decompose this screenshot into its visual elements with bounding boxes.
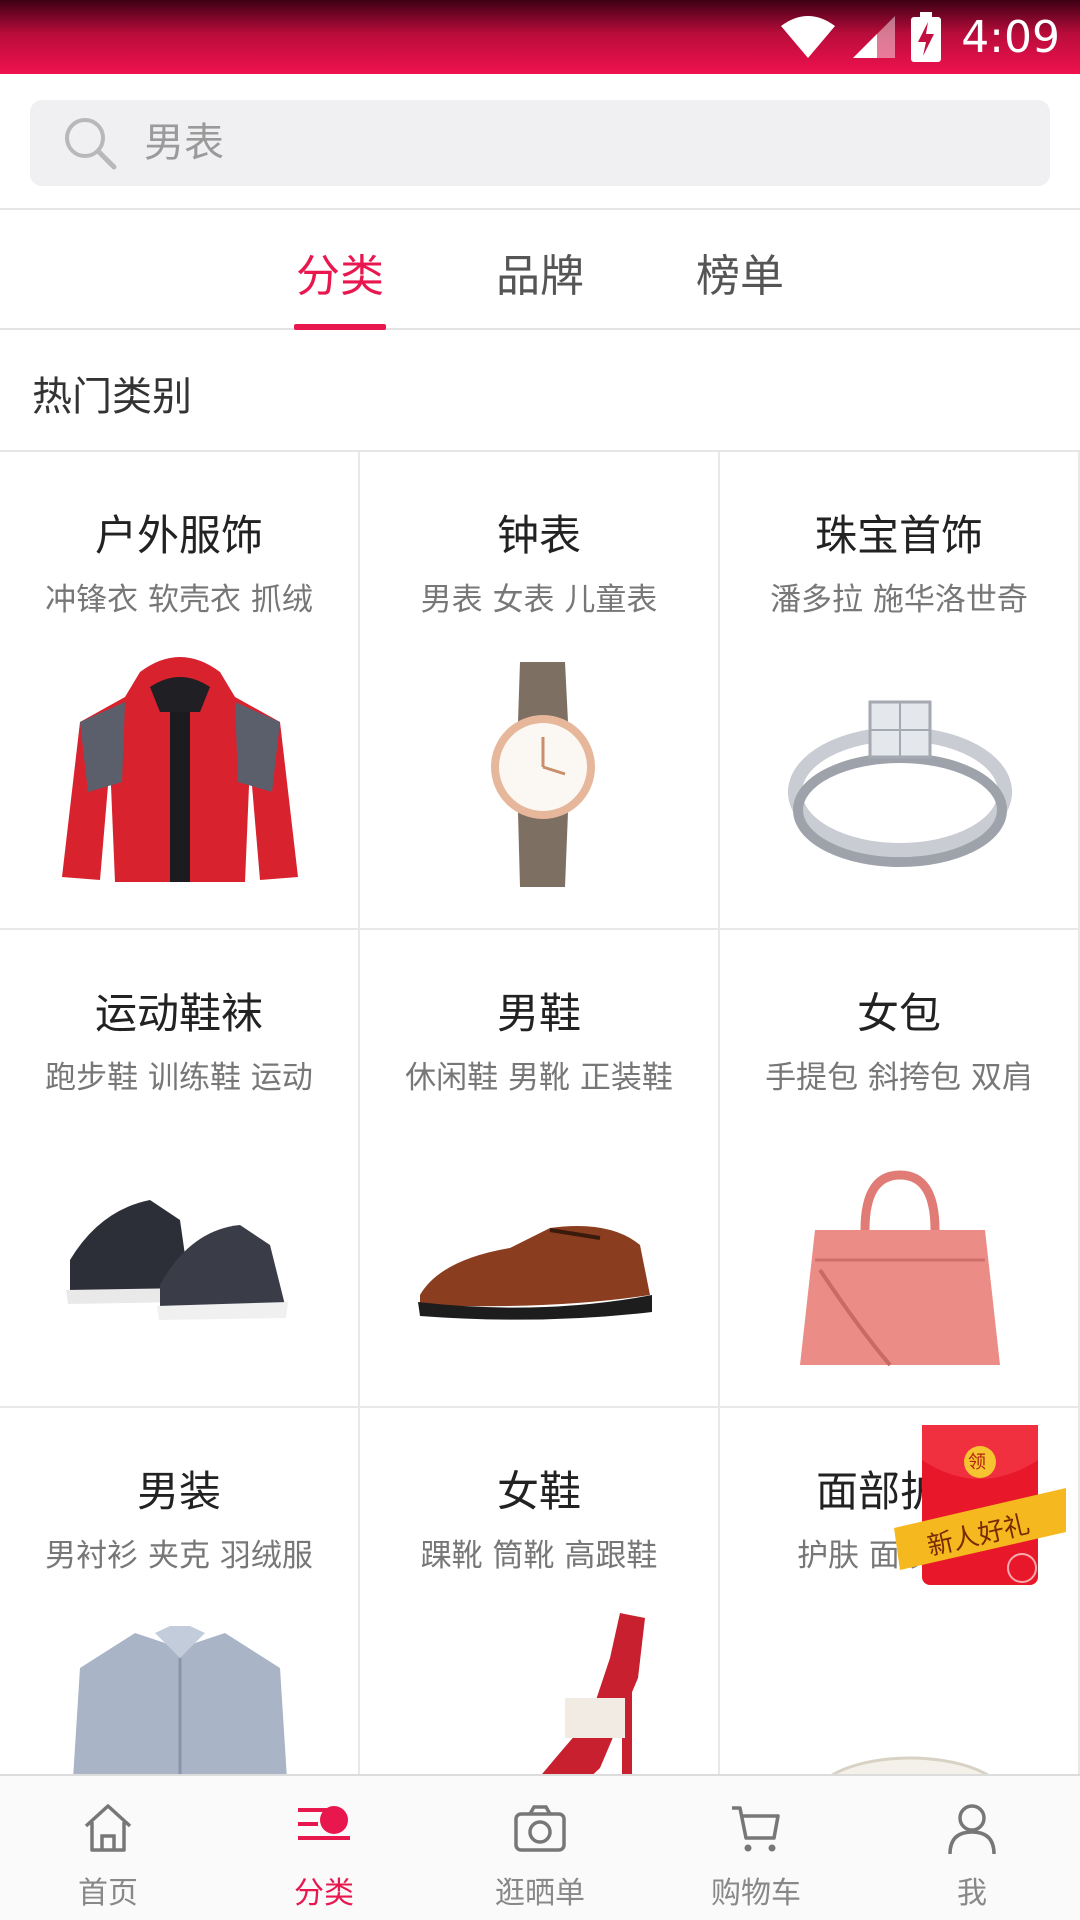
nav-item-showcase[interactable]: 逛晒单 — [432, 1776, 648, 1920]
category-subtitle: 潘多拉 施华洛世奇 — [770, 582, 1028, 618]
nav-label: 首页 — [78, 1876, 138, 1911]
category-subtitle: 手提包 斜挎包 双肩 — [765, 1060, 1033, 1096]
watch-image — [491, 662, 595, 887]
gift-badge: 领 — [968, 1452, 986, 1473]
nav-label: 逛晒单 — [495, 1876, 585, 1911]
bottom-nav: 首页 分类 逛晒单 购物车 我 — [0, 1774, 1080, 1920]
nav-label: 我 — [957, 1876, 987, 1911]
category-card-mens-shoes[interactable]: 男鞋 休闲鞋 男靴 正装鞋 — [360, 930, 720, 1408]
category-card-womens-bags[interactable]: 女包 手提包 斜挎包 双肩 — [720, 930, 1080, 1408]
clock: 4:09 — [961, 11, 1060, 63]
category-title: 男装 — [136, 1467, 221, 1516]
shirt-image — [73, 1626, 287, 1774]
tab-label: 品牌 — [496, 251, 584, 302]
search-bar — [0, 74, 1080, 210]
profile-icon — [948, 1804, 996, 1855]
nav-label: 购物车 — [711, 1876, 801, 1911]
category-card-watch[interactable]: 钟表 男表 女表 儿童表 — [360, 452, 720, 930]
handbag-image — [800, 1170, 1000, 1367]
category-subtitle: 男表 女表 儿童表 — [420, 582, 658, 618]
cart-icon — [732, 1806, 780, 1852]
category-card-menswear[interactable]: 男装 男衬衫 夹克 羽绒服 — [0, 1408, 360, 1774]
category-subtitle: 跑步鞋 训练鞋 运动 — [45, 1060, 313, 1096]
search-box[interactable] — [30, 100, 1050, 186]
cream-jar-image — [831, 1756, 989, 1774]
nav-item-profile[interactable]: 我 — [864, 1776, 1080, 1920]
tab-label: 分类 — [296, 251, 384, 302]
category-title: 女包 — [856, 989, 941, 1038]
tab-bar: 分类 品牌 榜单 — [0, 212, 1080, 330]
category-subtitle: 休闲鞋 男靴 正装鞋 — [405, 1060, 673, 1096]
search-input[interactable] — [144, 120, 994, 166]
nav-item-category[interactable]: 分类 — [216, 1776, 432, 1920]
red-envelope-icon — [894, 1425, 1066, 1585]
ring-image — [788, 700, 1012, 867]
category-title: 运动鞋袜 — [94, 989, 263, 1038]
nav-item-cart[interactable]: 购物车 — [648, 1776, 864, 1920]
section-title: 热门类别 — [32, 374, 192, 420]
camera-icon — [514, 1805, 566, 1852]
wifi-icon — [781, 16, 836, 58]
category-title: 男鞋 — [496, 989, 581, 1038]
category-icon — [298, 1806, 350, 1840]
category-subtitle: 冲锋衣 软壳衣 抓绒 — [45, 582, 313, 618]
category-subtitle: 男衬衫 夹克 羽绒服 — [45, 1538, 313, 1574]
status-bar: 4:09 — [0, 0, 1080, 74]
status-icons: 4:09 — [779, 0, 1060, 74]
tab-label: 榜单 — [696, 251, 784, 302]
battery-charging-icon — [911, 12, 942, 62]
cell-signal-icon — [853, 16, 896, 58]
sneakers-image — [66, 1200, 288, 1320]
category-title: 户外服饰 — [94, 511, 263, 560]
tab-active-indicator — [294, 324, 386, 330]
category-subtitle: 踝靴 筒靴 高跟鞋 — [420, 1538, 658, 1574]
search-icon — [65, 118, 117, 170]
category-card-jewelry[interactable]: 珠宝首饰 潘多拉 施华洛世奇 — [720, 452, 1080, 930]
category-card-sports-shoes[interactable]: 运动鞋袜 跑步鞋 训练鞋 运动 — [0, 930, 360, 1408]
nav-item-home[interactable]: 首页 — [0, 1776, 216, 1920]
dress-shoe-image — [418, 1226, 652, 1320]
tab-brand[interactable]: 品牌 — [494, 240, 586, 330]
new-user-gift-button[interactable]: 领 新人好礼 — [894, 1420, 1066, 1592]
category-title: 珠宝首饰 — [814, 511, 983, 560]
category-card-outdoor[interactable]: 户外服饰 冲锋衣 软壳衣 抓绒 — [0, 452, 360, 930]
category-card-womens-shoes[interactable]: 女鞋 踝靴 筒靴 高跟鞋 — [360, 1408, 720, 1774]
tab-category[interactable]: 分类 — [294, 240, 386, 330]
jacket-image — [62, 657, 298, 882]
category-title: 女鞋 — [496, 1467, 581, 1516]
home-icon — [84, 1804, 132, 1852]
nav-label: 分类 — [294, 1876, 354, 1911]
tab-ranking[interactable]: 榜单 — [694, 240, 786, 330]
high-heel-image — [542, 1613, 645, 1774]
category-title: 钟表 — [496, 511, 581, 560]
